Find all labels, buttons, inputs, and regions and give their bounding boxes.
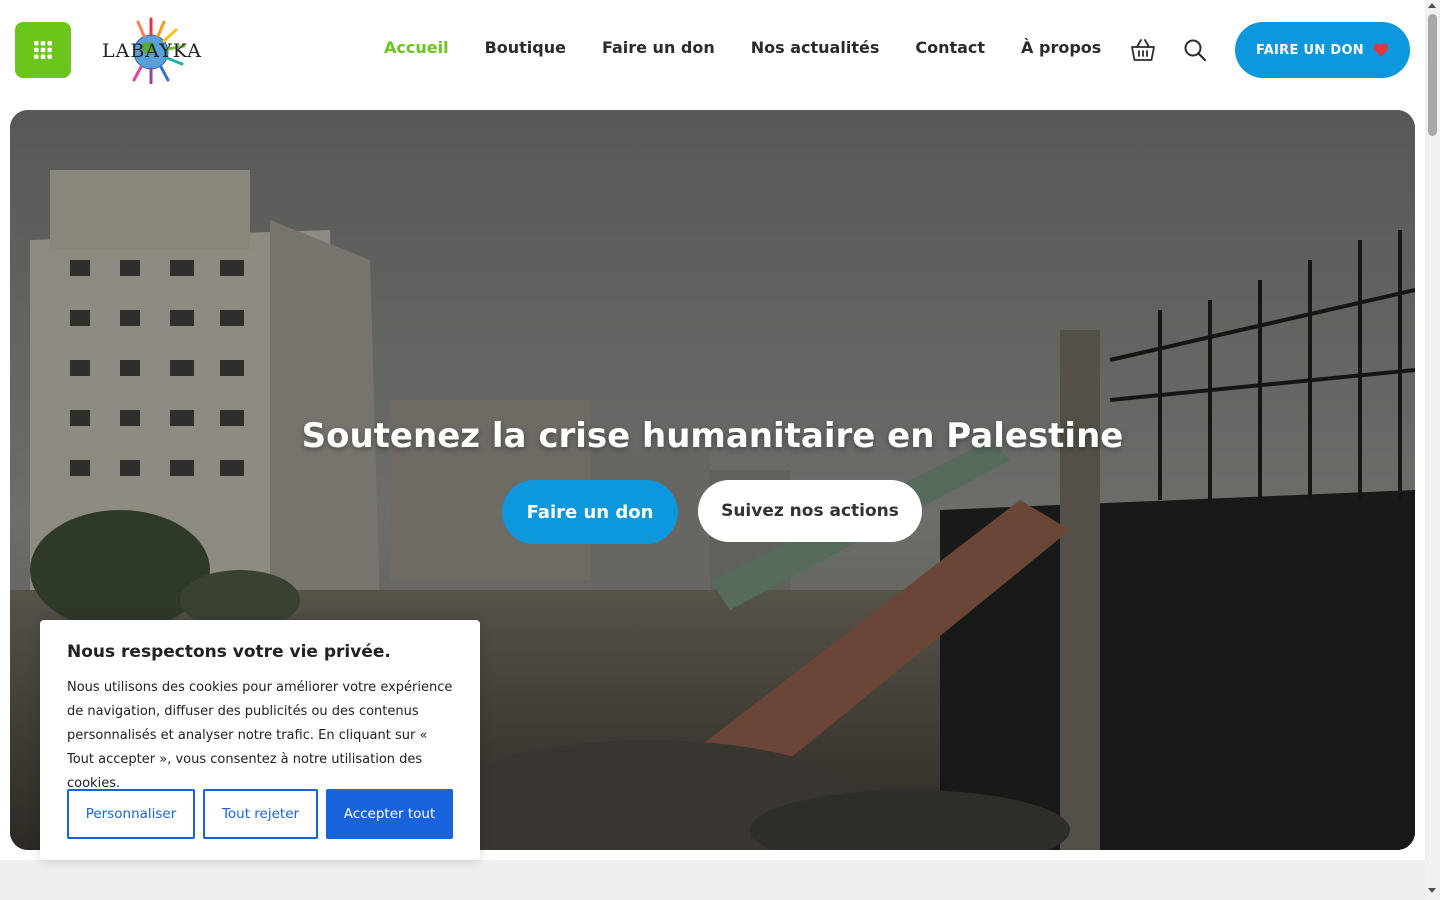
main-nav: Accueil Boutique Faire un don Nos actual… <box>384 38 1101 57</box>
grid-menu-icon <box>34 41 52 59</box>
nav-item-accueil[interactable]: Accueil <box>384 38 449 57</box>
cart-icon <box>1131 39 1155 61</box>
header-donate-button[interactable]: FAIRE UN DON <box>1235 22 1410 78</box>
logo-text: LABAYKA <box>102 40 202 62</box>
cookie-customize-button[interactable]: Personnaliser <box>67 789 195 839</box>
scroll-up-arrow-icon[interactable] <box>1428 3 1436 8</box>
hero-follow-actions-button[interactable]: Suivez nos actions <box>698 480 922 542</box>
site-logo[interactable]: LABAYKA <box>98 16 208 84</box>
page-scrollbar[interactable] <box>1425 0 1440 900</box>
hero-donate-button[interactable]: Faire un don <box>502 480 678 544</box>
nav-item-faire-un-don[interactable]: Faire un don <box>602 38 715 57</box>
search-icon <box>1184 39 1207 62</box>
nav-item-a-propos[interactable]: À propos <box>1021 38 1101 57</box>
hero-title: Soutenez la crise humanitaire en Palesti… <box>301 416 1124 456</box>
cookie-reject-all-button[interactable]: Tout rejeter <box>203 789 318 839</box>
scrollbar-thumb[interactable] <box>1428 14 1437 136</box>
cookie-consent-banner: Nous respectons votre vie privée. Nous u… <box>40 620 480 860</box>
nav-item-nos-actualites[interactable]: Nos actualités <box>751 38 880 57</box>
page: LABAYKA Accueil Boutique Faire un don No… <box>0 0 1440 900</box>
search-button[interactable] <box>1181 36 1209 64</box>
cart-button[interactable] <box>1129 36 1157 64</box>
scroll-down-arrow-icon[interactable] <box>1428 888 1436 893</box>
cookie-text: Nous utilisons des cookies pour améliore… <box>67 680 453 791</box>
next-section-edge <box>0 860 1425 900</box>
grid-menu-button[interactable] <box>15 22 71 78</box>
cookie-title: Nous respectons votre vie privée. <box>67 642 391 662</box>
nav-item-boutique[interactable]: Boutique <box>485 38 566 57</box>
cookie-accept-all-button[interactable]: Accepter tout <box>326 789 453 839</box>
nav-item-contact[interactable]: Contact <box>915 38 985 57</box>
heart-icon <box>1373 43 1389 57</box>
site-header: LABAYKA Accueil Boutique Faire un don No… <box>0 0 1425 100</box>
header-donate-label: FAIRE UN DON <box>1256 42 1364 58</box>
